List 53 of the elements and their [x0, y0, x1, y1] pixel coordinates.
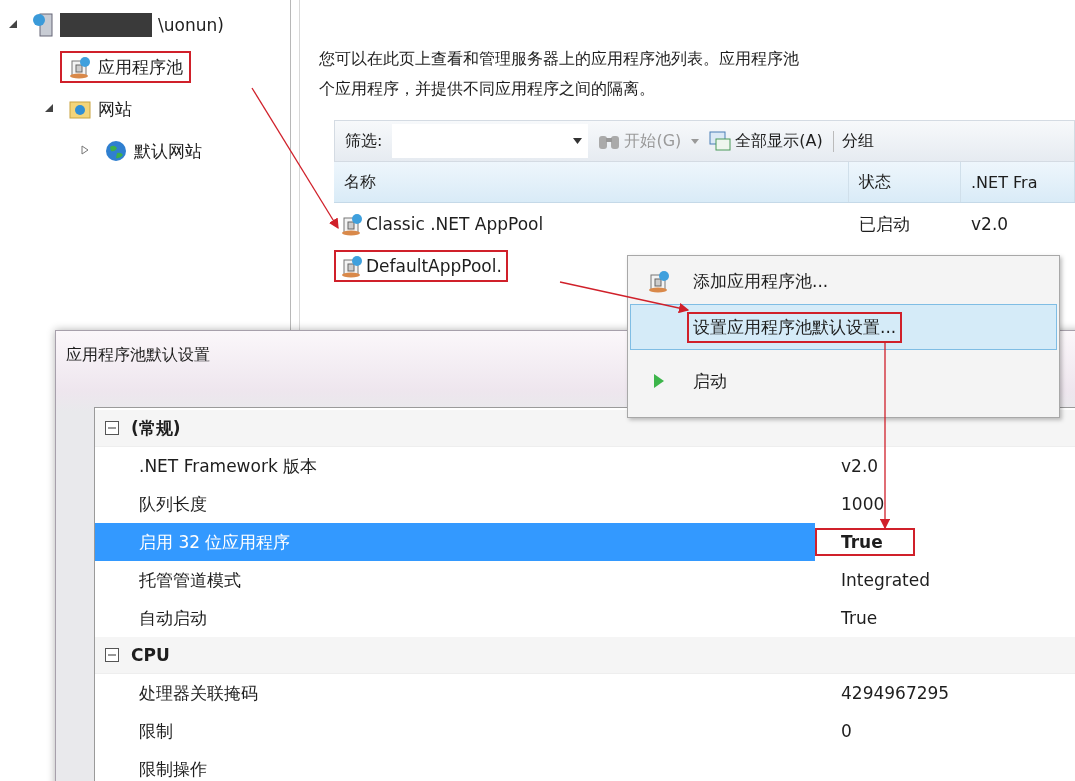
property-value[interactable]: Integrated [815, 566, 963, 594]
property-label[interactable]: 队列长度 [95, 485, 815, 523]
tree-item[interactable]: 网站 [60, 93, 140, 125]
property-label[interactable]: 自动启动 [95, 599, 815, 637]
menu-item[interactable]: 设置应用程序池默认设置... [630, 304, 1057, 350]
menu-item[interactable]: 启动 [630, 358, 1057, 404]
app-pool-icon [340, 254, 364, 278]
description-text: 个应用程序，并提供不同应用程序之间的隔离。 [319, 78, 656, 100]
property-value[interactable]: 4294967295 [815, 679, 982, 707]
table-cell-text: v2.0 [970, 214, 1010, 234]
filter-label: 筛选: [345, 130, 383, 152]
property-value[interactable]: 1000 [815, 490, 917, 518]
menu-item[interactable]: 添加应用程序池... [630, 258, 1057, 304]
app-pool-icon [647, 269, 671, 293]
property-label[interactable]: .NET Framework 版本 [95, 447, 815, 485]
expanded-arrow-icon[interactable] [44, 102, 54, 113]
column-header[interactable]: 名称 [334, 162, 849, 202]
column-header[interactable]: .NET Fra [961, 162, 1075, 202]
property-label[interactable]: 限制操作 [95, 750, 815, 781]
property-value[interactable]: 0 [815, 717, 884, 745]
tree-item[interactable]: 应用程序池 [60, 51, 191, 83]
property-label[interactable]: 限制 [95, 712, 815, 750]
tree-item[interactable]: 默认网站 [96, 135, 210, 167]
app-pool-icon [340, 212, 364, 236]
tree-item[interactable]: \uonun) [24, 8, 232, 42]
dropdown-icon [573, 138, 583, 144]
category-label: (常规) [131, 416, 181, 440]
collapsed-arrow-icon[interactable] [80, 144, 90, 155]
filter-field[interactable] [392, 124, 589, 158]
property-value[interactable]: v2.0 [815, 452, 911, 480]
collapse-icon[interactable] [105, 648, 119, 662]
list-icon [709, 131, 732, 151]
folder-icon [68, 98, 92, 120]
show-all-button[interactable]: 全部显示(A) [709, 130, 823, 152]
table-cell-text: 已启动 [858, 212, 911, 236]
property-value[interactable]: True [815, 604, 910, 632]
category-label: CPU [131, 645, 170, 665]
description-text: 您可以在此页上查看和管理服务器上的应用程序池列表。应用程序池 [319, 48, 800, 70]
column-header[interactable]: 状态 [849, 162, 961, 202]
server-icon [32, 12, 54, 38]
property-label[interactable]: 托管管道模式 [95, 561, 815, 599]
app-pool-icon [68, 55, 92, 79]
property-value[interactable]: True [815, 528, 915, 556]
property-label[interactable]: 处理器关联掩码 [95, 674, 815, 712]
dialog-title: 应用程序池默认设置 [66, 345, 210, 364]
play-icon [653, 373, 665, 389]
caret-icon[interactable] [691, 138, 700, 144]
globe-icon [104, 139, 128, 163]
table-cell[interactable]: Classic .NET AppPool [334, 208, 550, 240]
collapse-icon[interactable] [105, 421, 119, 435]
table-cell[interactable]: DefaultAppPool. [334, 250, 508, 282]
group-by-button[interactable]: 分组 [832, 130, 874, 152]
expanded-arrow-icon[interactable] [8, 18, 18, 29]
